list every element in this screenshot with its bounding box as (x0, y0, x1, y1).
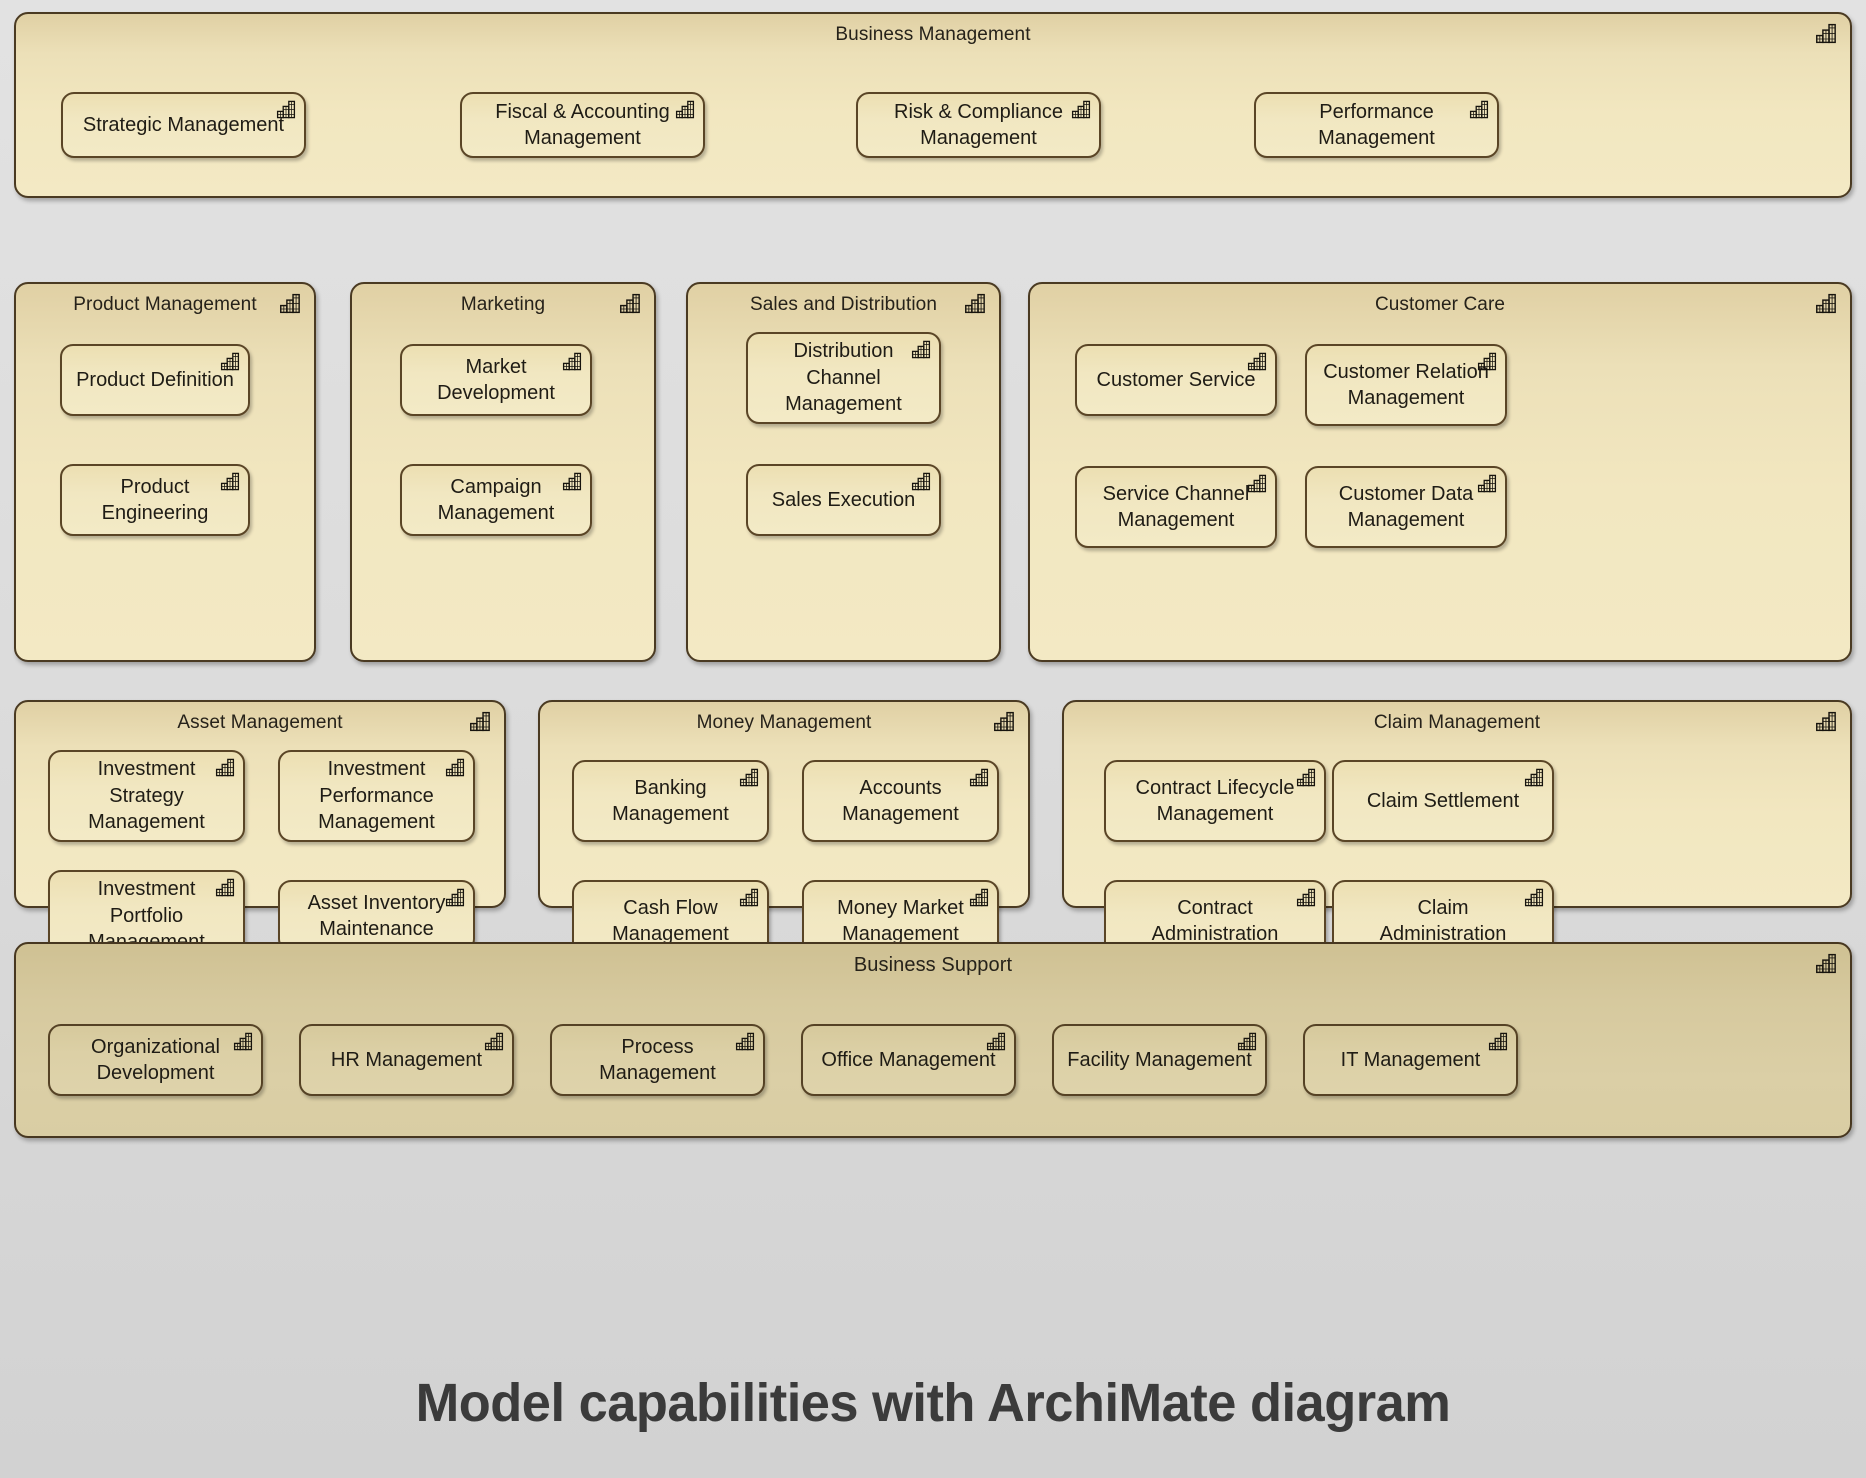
capability-label: Accounts Management (842, 776, 959, 825)
capability-product-engineering[interactable]: Product Engineering (60, 464, 250, 536)
capability-label: Money Market Management (837, 896, 964, 945)
capability-organizational-development[interactable]: Organizational Development (48, 1024, 263, 1096)
capability-performance-management[interactable]: Performance Management (1254, 92, 1499, 158)
capability-label: Strategic Management (82, 113, 285, 136)
capability-label: Product Engineering (101, 475, 209, 524)
capability-banking-management[interactable]: Banking Management (572, 760, 769, 842)
capability-label: Office Management (821, 1048, 996, 1071)
group-title-customer-care: Customer Care (1374, 294, 1506, 315)
capability-label: Market Development (437, 355, 555, 404)
capability-icon (445, 758, 466, 777)
capability-icon (233, 1032, 254, 1051)
capability-label: Banking Management (612, 776, 729, 825)
capability-label: HR Management (330, 1048, 483, 1071)
capability-icon (1469, 100, 1490, 119)
capability-label: Claim Administration (1379, 896, 1507, 945)
capability-label: Asset Inventory Maintenance (307, 891, 446, 940)
capability-process-management[interactable]: Process Management (550, 1024, 765, 1096)
archimate-capability-diagram: Business Management Strategic Management F… (0, 0, 1866, 1478)
capability-group-asset-management[interactable]: Asset Management Investment Strategy Mana… (14, 700, 506, 962)
capability-label: Process Management (599, 1035, 716, 1084)
capability-label: Campaign Management (437, 475, 555, 524)
capability-label: Investment Performance Management (318, 758, 435, 834)
capability-label: Customer Service (1096, 368, 1256, 391)
capability-icon (739, 768, 760, 787)
capability-market-development[interactable]: Market Development (400, 344, 592, 416)
capability-label: Distribution Channel Management (785, 340, 902, 416)
capability-distribution-channel-management[interactable]: Distribution Channel Management (746, 332, 941, 424)
group-title-marketing: Marketing (460, 294, 546, 315)
group-title-asset-management: Asset Management (177, 712, 343, 733)
capability-icon (215, 758, 236, 777)
capability-label: Facility Management (1067, 1048, 1252, 1071)
capability-label: Sales Execution (771, 488, 916, 511)
capability-label: Customer Relation Management (1323, 360, 1489, 409)
capability-label: Customer Data Management (1338, 482, 1474, 531)
capability-group-product-management[interactable]: Product Management Product Definition Prod… (14, 282, 316, 662)
capability-fiscal-accounting-management[interactable]: Fiscal & Accounting Management (460, 92, 705, 158)
capability-label: IT Management (1340, 1048, 1481, 1071)
capability-facility-management[interactable]: Facility Management (1052, 1024, 1267, 1096)
capability-hr-management[interactable]: HR Management (299, 1024, 514, 1096)
capability-group-marketing[interactable]: Marketing Market Development Campaign Mana… (350, 282, 656, 662)
capability-group-money-management[interactable]: Money Management Banking Management Accoun… (538, 700, 1030, 962)
capability-label: Fiscal & Accounting Management (495, 100, 670, 149)
capability-it-management[interactable]: IT Management (1303, 1024, 1518, 1096)
capability-icon (739, 888, 760, 907)
capability-label: Contract Administration (1151, 896, 1279, 945)
capability-label: Cash Flow Management (612, 896, 729, 945)
capability-product-definition[interactable]: Product Definition (60, 344, 250, 416)
capability-sales-execution[interactable]: Sales Execution (746, 464, 941, 536)
capability-icon (220, 472, 241, 491)
capability-icon (1296, 888, 1317, 907)
diagram-caption: Model capabilities with ArchiMate diagra… (415, 1373, 1451, 1433)
capability-investment-strategy-management[interactable]: Investment Strategy Management (48, 750, 245, 842)
capability-claim-settlement[interactable]: Claim Settlement (1332, 760, 1554, 842)
capability-label: Investment Strategy Management (88, 758, 205, 834)
group-title-sales-and-distribution: Sales and Distribution (749, 294, 938, 315)
capability-label: Organizational Development (91, 1035, 220, 1084)
capability-icon (911, 340, 932, 359)
capability-customer-data-management[interactable]: Customer Data Management (1305, 466, 1507, 548)
capability-office-management[interactable]: Office Management (801, 1024, 1016, 1096)
capability-customer-relation-management[interactable]: Customer Relation Management (1305, 344, 1507, 426)
capability-campaign-management[interactable]: Campaign Management (400, 464, 592, 536)
capability-group-claim-management[interactable]: Claim Management Contract Lifecycle Manag… (1062, 700, 1852, 962)
capability-group-sales-and-distribution[interactable]: Sales and Distribution Distribution Chann… (686, 282, 1001, 662)
capability-contract-lifecycle-management[interactable]: Contract Lifecycle Management (1104, 760, 1326, 842)
capability-investment-performance-management[interactable]: Investment Performance Management (278, 750, 475, 842)
capability-service-channel-management[interactable]: Service Channel Management (1075, 466, 1277, 548)
capability-group-business-support[interactable]: Business Support Organizational Developme… (14, 942, 1852, 1138)
capability-label: Product Definition (76, 368, 234, 391)
capability-label: Contract Lifecycle Management (1135, 776, 1295, 825)
capability-icon (215, 878, 236, 897)
capability-label: Claim Settlement (1366, 789, 1520, 812)
capability-label: Risk & Compliance Management (894, 100, 1063, 149)
capability-risk-compliance-management[interactable]: Risk & Compliance Management (856, 92, 1101, 158)
group-title-business-support: Business Support (853, 954, 1013, 976)
capability-icon (1524, 888, 1545, 907)
capability-strategic-management[interactable]: Strategic Management (61, 92, 306, 158)
capability-group-customer-care[interactable]: Customer Care Customer Service Customer Re… (1028, 282, 1852, 662)
capability-label: Service Channel Management (1102, 482, 1250, 531)
group-title-claim-management: Claim Management (1373, 712, 1541, 733)
capability-customer-service[interactable]: Customer Service (1075, 344, 1277, 416)
group-title-product-management: Product Management (73, 294, 257, 315)
capability-group-business-management[interactable]: Business Management Strategic Management F… (14, 12, 1852, 198)
capability-accounts-management[interactable]: Accounts Management (802, 760, 999, 842)
capability-icon (1524, 768, 1545, 787)
group-title-business-management: Business Management (835, 24, 1031, 45)
capability-icon (969, 768, 990, 787)
capability-label: Performance Management (1318, 100, 1435, 149)
group-title-money-management: Money Management (696, 712, 872, 733)
